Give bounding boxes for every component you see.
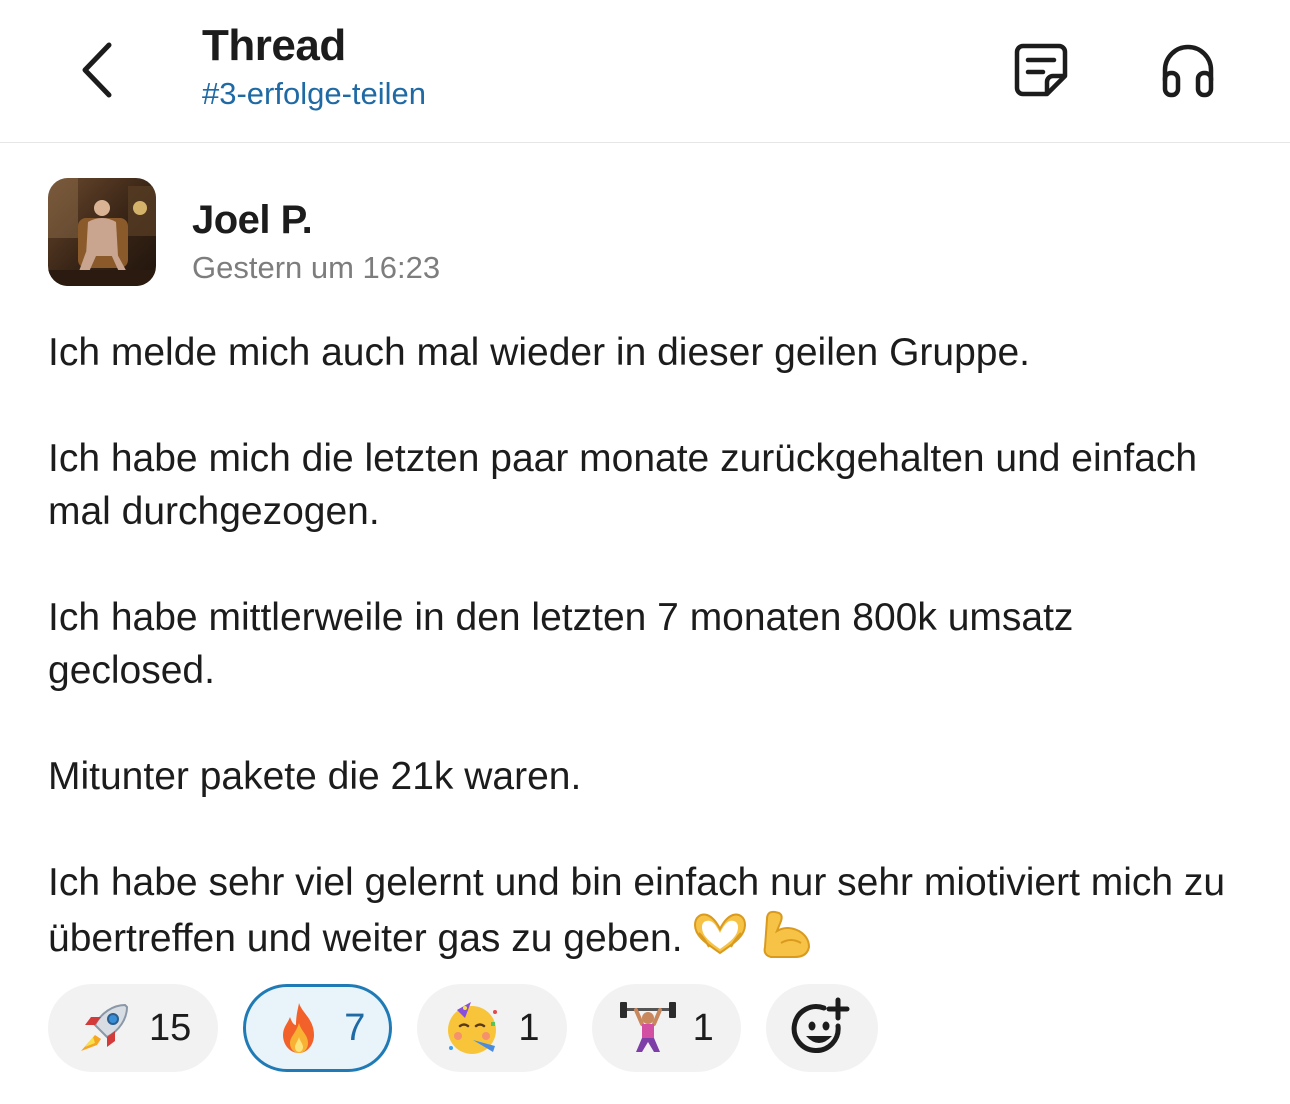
avatar[interactable] xyxy=(48,178,156,286)
message-paragraph: Ich melde mich auch mal wieder in dieser… xyxy=(48,331,1030,374)
chevron-left-icon xyxy=(82,42,112,98)
headphones-icon xyxy=(1162,44,1214,98)
reaction-count: 1 xyxy=(692,1006,714,1049)
message-paragraph: Ich habe mich die letzten paar monate zu… xyxy=(48,437,1198,533)
reaction-count: 1 xyxy=(518,1006,540,1049)
fire-emoji xyxy=(268,997,330,1059)
thread-header: Thread #3-erfolge-teilen xyxy=(0,0,1290,143)
reactions-bar: 15 7 1 1 xyxy=(48,984,878,1074)
add-reaction-button[interactable] xyxy=(765,984,878,1072)
message-paragraph: Mitunter pakete die 21k waren. xyxy=(48,755,582,798)
canvas-note-icon xyxy=(1014,43,1068,97)
page-title: Thread xyxy=(202,21,346,70)
huddle-button[interactable] xyxy=(1153,35,1223,105)
reaction-rocket[interactable]: 15 xyxy=(48,984,219,1072)
weightlifter-emoji xyxy=(617,997,679,1059)
message-paragraph: Ich habe mittlerweile in den letzten 7 m… xyxy=(48,596,1074,692)
author-name[interactable]: Joel P. xyxy=(192,196,313,244)
message-body: Ich melde mich auch mal wieder in dieser… xyxy=(48,326,1248,965)
header-title-block: Thread #3-erfolge-teilen xyxy=(202,20,426,116)
heart-hands-emoji xyxy=(693,913,746,955)
message-paragraph-last: Ich habe sehr viel gelernt und bin einfa… xyxy=(48,856,1248,965)
add-reaction-icon xyxy=(791,997,850,1054)
flexed-biceps-emoji xyxy=(763,910,810,958)
canvas-button[interactable] xyxy=(1006,35,1076,105)
rocket-emoji xyxy=(73,997,135,1059)
reaction-count: 7 xyxy=(344,1006,366,1049)
channel-link[interactable]: #3-erfolge-teilen xyxy=(202,72,426,116)
reaction-partying-face[interactable]: 1 xyxy=(417,984,567,1072)
partying-face-emoji xyxy=(442,997,504,1059)
reaction-weightlifter[interactable]: 1 xyxy=(591,984,741,1072)
reaction-count: 15 xyxy=(149,1006,192,1049)
reaction-fire[interactable]: 7 xyxy=(243,984,393,1072)
message-paragraph-text: Ich habe sehr viel gelernt und bin einfa… xyxy=(48,861,1226,960)
back-button[interactable] xyxy=(62,30,132,110)
message-timestamp: Gestern um 16:23 xyxy=(192,250,441,285)
